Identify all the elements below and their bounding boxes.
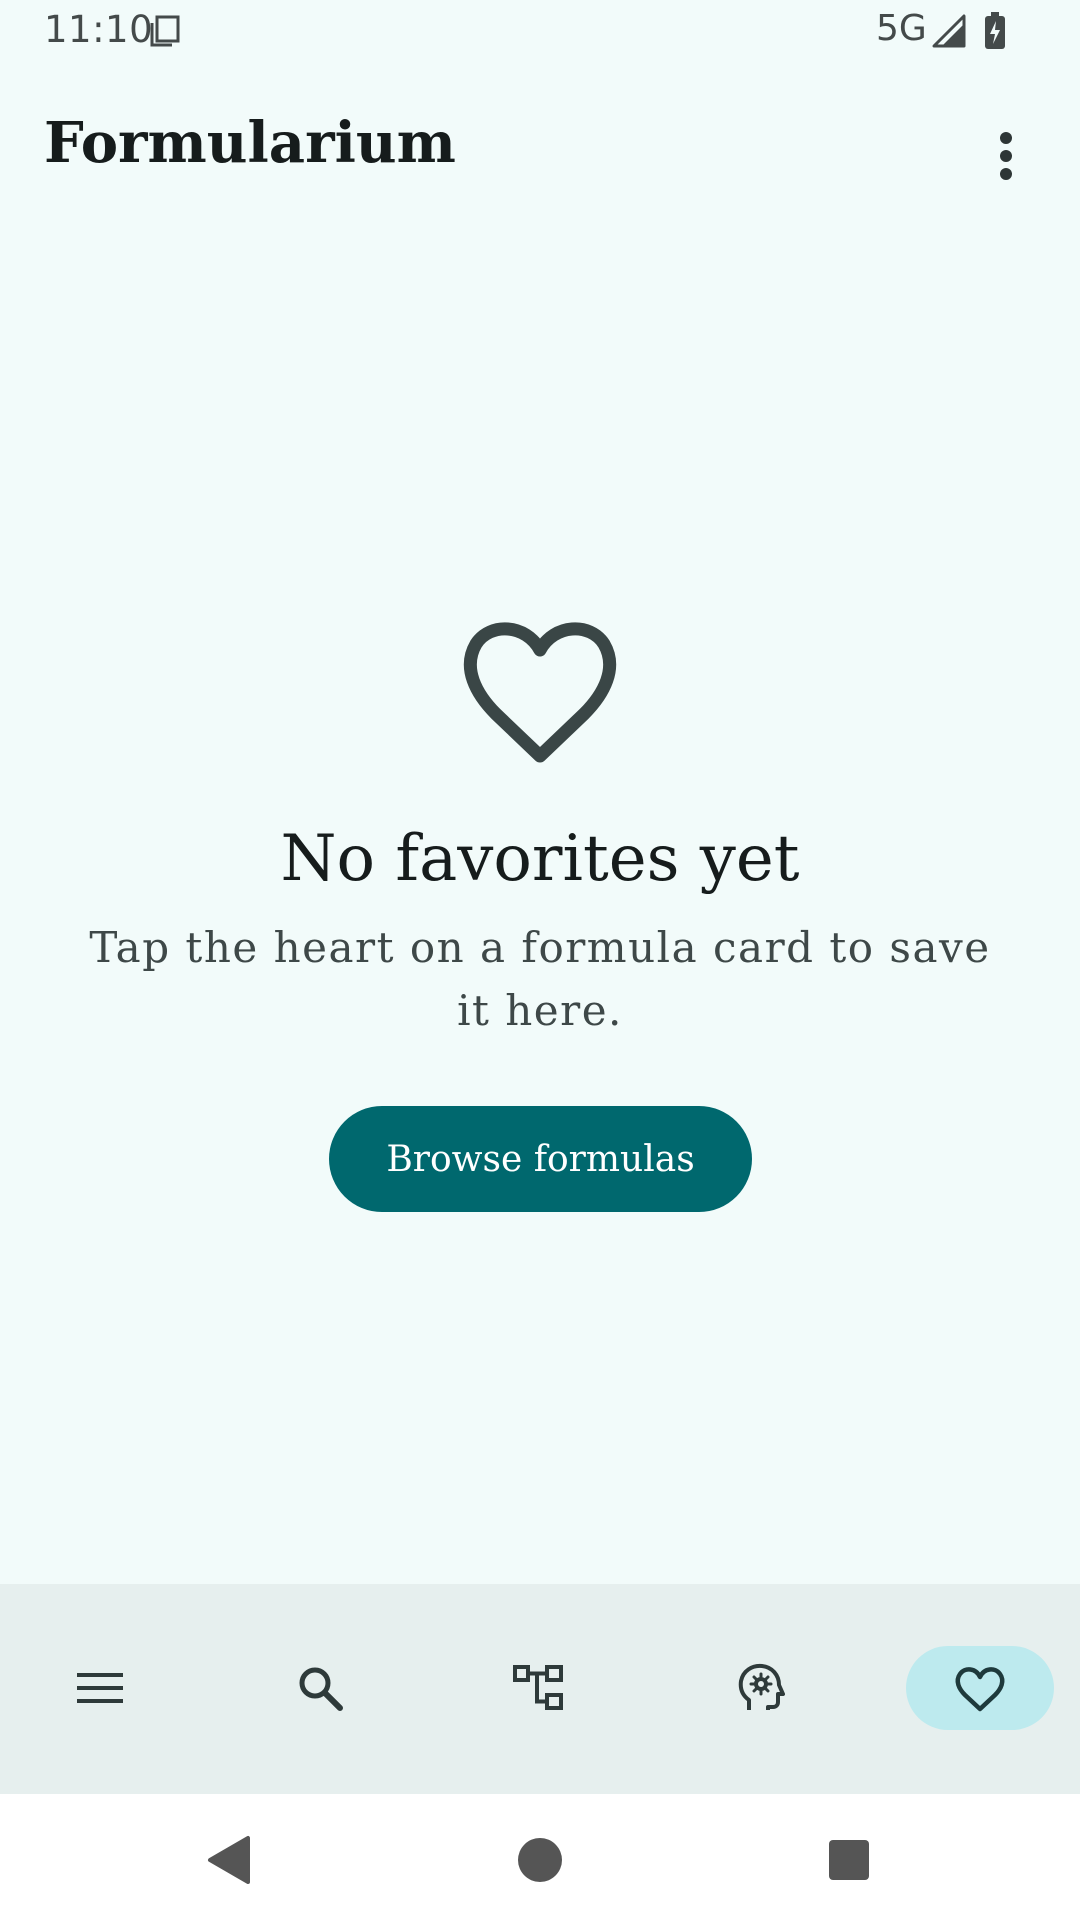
heart-icon	[955, 1667, 1005, 1712]
system-navigation-bar	[0, 1794, 1080, 1920]
nav-item-insights[interactable]	[686, 1646, 834, 1730]
favorites-screen: 11:10 5G Formularium No favorites yet Ta…	[0, 0, 1080, 1920]
nav-item-favorites[interactable]	[906, 1646, 1054, 1730]
heart-outline-icon	[463, 622, 617, 763]
search-icon	[299, 1667, 343, 1711]
empty-state-subtitle: Tap the heart on a formula card to save …	[89, 923, 991, 1035]
app-title: Formularium	[44, 110, 456, 176]
top-app-bar: Formularium	[0, 82, 1080, 212]
network-type: 5G	[876, 8, 927, 49]
empty-state-title: No favorites yet	[280, 822, 800, 896]
nav-item-search[interactable]	[246, 1646, 394, 1730]
battery-charging-icon	[985, 12, 1005, 49]
nav-item-menu[interactable]	[26, 1646, 174, 1730]
overflow-menu-button[interactable]	[976, 114, 1036, 198]
notification-icon	[150, 15, 180, 47]
more-vert-icon	[1000, 132, 1012, 180]
status-bar: 11:10 5G	[0, 0, 1080, 62]
status-time: 11:10	[44, 8, 154, 51]
nav-item-hierarchy[interactable]	[466, 1646, 614, 1730]
recents-icon[interactable]	[819, 1830, 879, 1890]
menu-icon	[77, 1673, 123, 1703]
head-gear-icon	[738, 1663, 785, 1710]
back-icon[interactable]	[200, 1830, 260, 1890]
home-icon[interactable]	[510, 1830, 570, 1890]
browse-formulas-button[interactable]: Browse formulas	[329, 1106, 752, 1212]
bottom-navigation	[0, 1584, 1080, 1794]
signal-icon	[932, 14, 966, 48]
hierarchy-icon	[513, 1665, 563, 1710]
